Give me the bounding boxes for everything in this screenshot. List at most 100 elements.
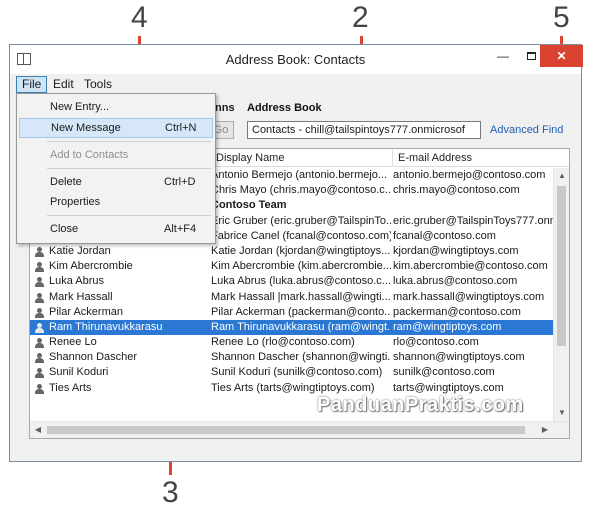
- menu-edit[interactable]: Edit: [47, 76, 80, 93]
- email-cell: packerman@contoso.com: [393, 305, 521, 318]
- email-cell: kim.abercrombie@contoso.com: [393, 260, 548, 273]
- display-name-cell: Mark Hassall |mark.hassall@wingti...: [211, 290, 391, 303]
- table-row[interactable]: Shannon Dascher Shannon Dascher (shannon@…: [30, 350, 554, 365]
- menu-item-close[interactable]: Close Alt+F4: [19, 219, 213, 239]
- contact-person-icon: [35, 307, 44, 318]
- email-cell: antonio.bermejo@contoso.com: [393, 169, 546, 181]
- contact-name-cell: Shannon Dascher: [49, 351, 138, 364]
- column-email[interactable]: E-mail Address: [398, 152, 472, 164]
- contact-person-icon: [35, 368, 44, 379]
- menu-separator: [47, 215, 211, 216]
- vertical-scroll-thumb[interactable]: [557, 186, 566, 346]
- menu-item-label: New Message: [51, 122, 121, 134]
- display-name-cell: Renee Lo (rlo@contoso.com): [211, 336, 355, 349]
- table-row[interactable]: Sunil Koduri Sunil Koduri (sunilk@contoso…: [30, 365, 554, 380]
- horizontal-scrollbar[interactable]: ◀ ▶: [30, 421, 569, 438]
- menu-separator: [47, 168, 211, 169]
- contact-person-icon: [35, 246, 44, 257]
- table-row[interactable]: Kim Abercrombie Kim Abercrombie (kim.aber…: [30, 259, 554, 274]
- contact-name-cell: Sunil Koduri: [49, 366, 109, 379]
- table-row[interactable]: Mark Hassall Mark Hassall |mark.hassall@w…: [30, 290, 554, 305]
- contact-name-cell: Luka Abrus: [49, 275, 105, 288]
- display-name-cell: Fabrice Canel (fcanal@contoso.com): [211, 229, 391, 242]
- email-cell: luka.abrus@contoso.com: [393, 275, 518, 288]
- menu-item-new-message[interactable]: New Message Ctrl+N: [19, 118, 213, 138]
- email-cell: mark.hassall@wingtiptoys.com: [393, 290, 545, 303]
- display-name-cell: Pilar Ackerman (packerman@conto...: [211, 305, 391, 318]
- contact-name-cell: Ram Thirunavukkarasu: [49, 320, 163, 333]
- display-name-cell: Sunil Koduri (sunilk@contoso.com): [211, 366, 383, 379]
- file-menu-dropdown: New Entry... New Message Ctrl+N Add to C…: [16, 93, 216, 244]
- scroll-down-arrow-icon[interactable]: ▼: [554, 405, 569, 421]
- email-cell: sunilk@contoso.com: [393, 366, 495, 379]
- contact-name-cell: Ties Arts: [49, 381, 92, 394]
- table-row[interactable]: Renee Lo Renee Lo (rlo@contoso.com) rlo@co…: [30, 335, 554, 350]
- menu-item-label: New Entry...: [50, 101, 110, 113]
- display-name-cell: Katie Jordan (kjordan@wingtiptoys...: [211, 244, 391, 257]
- advanced-find-link[interactable]: Advanced Find: [490, 124, 563, 136]
- contact-name-cell: Katie Jordan: [49, 244, 111, 257]
- callout-2: 2: [352, 1, 369, 34]
- maximize-icon: [526, 52, 536, 60]
- contact-person-icon: [35, 262, 44, 273]
- menu-item-label: Add to Contacts: [50, 149, 129, 161]
- horizontal-scroll-thumb[interactable]: [47, 426, 525, 434]
- menu-item-shortcut: Ctrl+N: [165, 122, 197, 134]
- menu-item-label: Close: [50, 223, 79, 235]
- menu-bar: File Edit Tools: [10, 74, 581, 94]
- display-name-cell: Contoso Team: [211, 199, 287, 212]
- vertical-scrollbar[interactable]: ▲ ▼: [553, 168, 569, 421]
- contact-name-cell: Mark Hassall: [49, 290, 113, 303]
- email-cell: rlo@contoso.com: [393, 336, 479, 349]
- display-name-cell: Ram Thirunavukkarasu (ram@wingt...: [211, 320, 391, 333]
- contact-person-icon: [35, 338, 44, 349]
- display-name-cell: Luka Abrus (luka.abrus@contoso.c...: [211, 275, 391, 288]
- menu-separator: [47, 141, 211, 142]
- contact-name-cell: Renee Lo: [49, 336, 97, 349]
- contact-person-icon: [35, 292, 44, 303]
- email-cell: eric.gruber@TailspinToys777.onm: [393, 214, 553, 227]
- display-name-cell: Kim Abercrombie (kim.abercrombie...: [211, 260, 391, 273]
- minimize-button[interactable]: —: [488, 45, 518, 67]
- callout-3: 3: [162, 476, 179, 509]
- scroll-right-arrow-icon[interactable]: ▶: [537, 422, 553, 438]
- display-name-cell: Eric Gruber (eric.gruber@TailspinTo...: [211, 214, 391, 227]
- menu-item-label: Delete: [50, 176, 82, 188]
- email-cell: shannon@wingtiptoys.com: [393, 351, 525, 364]
- email-cell: fcanal@contoso.com: [393, 229, 496, 242]
- watermark: PanduanPraktis.com: [317, 394, 524, 416]
- contact-person-icon: [35, 322, 44, 333]
- menu-item-delete[interactable]: Delete Ctrl+D: [19, 172, 213, 192]
- email-cell: chris.mayo@contoso.com: [393, 184, 520, 197]
- column-display-name[interactable]: Display Name: [216, 152, 284, 164]
- table-row[interactable]: Luka Abrus Luka Abrus (luka.abrus@contoso…: [30, 274, 554, 289]
- scroll-up-arrow-icon[interactable]: ▲: [554, 168, 569, 184]
- columns-label: nns: [215, 102, 235, 114]
- scroll-left-arrow-icon[interactable]: ◀: [30, 422, 46, 438]
- contact-person-icon: [35, 277, 44, 288]
- menu-item-shortcut: Alt+F4: [164, 223, 197, 235]
- email-cell: kjordan@wingtiptoys.com: [393, 244, 519, 257]
- display-name-cell: Shannon Dascher (shannon@wingti...: [211, 351, 391, 364]
- address-book-select[interactable]: Contacts - chill@tailspintoys777.onmicro…: [247, 121, 481, 139]
- menu-item-label: Properties: [50, 196, 101, 208]
- contact-name-cell: Pilar Ackerman: [49, 305, 123, 318]
- menu-tools[interactable]: Tools: [78, 76, 118, 93]
- callout-5: 5: [553, 1, 570, 34]
- menu-item-new-entry[interactable]: New Entry...: [19, 97, 213, 117]
- column-separator[interactable]: [392, 149, 393, 167]
- display-name-cell: Chris Mayo (chris.mayo@contoso.c...: [211, 184, 391, 197]
- contact-name-cell: Kim Abercrombie: [49, 260, 133, 273]
- address-book-label: Address Book: [247, 102, 322, 114]
- display-name-cell: Antonio Bermejo (antonio.bermejo...: [211, 169, 388, 181]
- close-button[interactable]: ✕: [540, 45, 583, 67]
- menu-item-add-to-contacts: Add to Contacts: [19, 145, 213, 165]
- table-row[interactable]: Ram Thirunavukkarasu Ram Thirunavukkarasu…: [30, 319, 554, 336]
- menu-item-properties[interactable]: Properties: [19, 192, 213, 212]
- contact-person-icon: [35, 353, 44, 364]
- table-row[interactable]: Katie Jordan Katie Jordan (kjordan@wingti…: [30, 244, 554, 259]
- title-bar[interactable]: Address Book: Contacts — ✕: [10, 45, 583, 74]
- menu-file[interactable]: File: [16, 76, 48, 93]
- contact-person-icon: [35, 383, 44, 394]
- table-row[interactable]: Pilar Ackerman Pilar Ackerman (packerman@…: [30, 305, 554, 320]
